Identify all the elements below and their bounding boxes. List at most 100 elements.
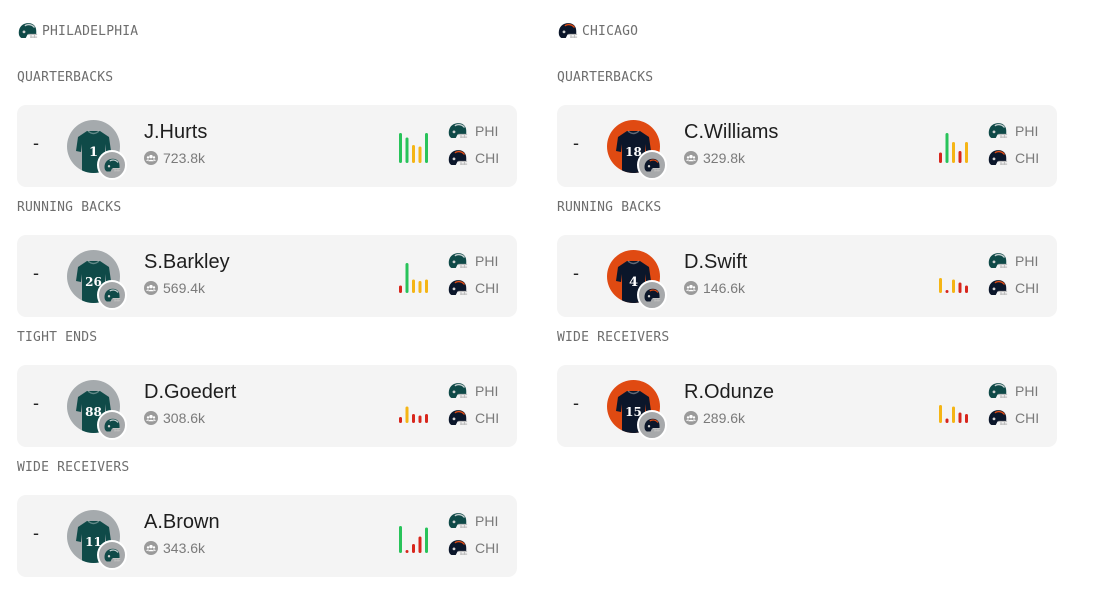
team-badge-helmet-icon (637, 410, 667, 440)
sparkline-chart (939, 405, 968, 423)
sparkline-bar (965, 142, 968, 163)
followers-icon (684, 281, 698, 295)
bears-helmet-icon (447, 409, 468, 427)
sparkline-bar (418, 415, 422, 423)
player-name[interactable]: R.Odunze (684, 381, 774, 404)
matchup-team-code: CHI (1015, 150, 1040, 166)
team-name: CHICAGO (582, 23, 639, 39)
rank-change: - (573, 133, 579, 153)
followers-count: 343.6k (163, 540, 206, 556)
matchup-team-code: CHI (1015, 280, 1040, 296)
player-name[interactable]: J.Hurts (144, 121, 207, 144)
bears-helmet-icon (987, 279, 1008, 297)
player-name[interactable]: D.Goedert (144, 381, 236, 404)
player-card[interactable]: -88 D.Goedert 308.6k PHI CHI (17, 365, 517, 447)
sparkline-bar (958, 412, 962, 423)
matchup-team-code: PHI (475, 513, 499, 529)
section-title: RUNNING BACKS (17, 200, 122, 215)
bears-helmet-icon (557, 22, 578, 40)
player-name[interactable]: S.Barkley (144, 251, 230, 274)
matchup-team-code: CHI (475, 280, 500, 296)
matchup-team-chi: CHI (447, 149, 499, 167)
section-title: TIGHT ENDS (17, 330, 98, 345)
player-name[interactable]: A.Brown (144, 511, 220, 534)
matchup-team-code: PHI (475, 383, 499, 399)
followers-count: 289.6k (703, 410, 746, 426)
player-card[interactable]: -15 R.Odunze 289.6k PHI CHI (557, 365, 1057, 447)
section-title: RUNNING BACKS (557, 200, 662, 215)
performance-sparkline (937, 131, 971, 165)
sparkline-bar (412, 414, 415, 423)
rank-change: - (573, 393, 579, 413)
player-card[interactable]: -11 A.Brown 343.6k PHI CHI (17, 495, 517, 577)
player-card[interactable]: -26 S.Barkley 569.4k PHI CHI (17, 235, 517, 317)
matchup-team-chi: CHI (447, 409, 499, 427)
bears-helmet-icon (447, 149, 468, 167)
sparkline-bar (958, 282, 962, 293)
player-followers: 343.6k (144, 540, 205, 556)
performance-sparkline (397, 131, 431, 165)
performance-sparkline (397, 391, 431, 425)
bears-helmet-icon (447, 279, 468, 297)
player-name[interactable]: D.Swift (684, 251, 747, 274)
sparkline-bar (939, 152, 942, 163)
sparkline-bar (399, 526, 402, 553)
player-card[interactable]: -18 C.Williams 329.8k PHI CHI (557, 105, 1057, 187)
player-card[interactable]: - 1 J.Hurts 723.8k PHI CHI (17, 105, 517, 187)
matchup-team-phi: PHI (447, 512, 498, 530)
rank-change: - (33, 393, 39, 413)
sparkline-bar (425, 527, 428, 553)
followers-icon (684, 411, 698, 425)
matchup-team-chi: CHI (987, 409, 1039, 427)
bears-helmet-icon (447, 539, 468, 557)
team-header: CHICAGO (557, 22, 638, 40)
sparkline-bar (965, 285, 968, 293)
matchup-team-chi: CHI (447, 539, 499, 557)
sparkline-bar (939, 278, 942, 293)
player-name[interactable]: C.Williams (684, 121, 778, 144)
matchup-team-code: PHI (1015, 123, 1039, 139)
team-badge-helmet-icon (97, 280, 127, 310)
bears-helmet-icon (987, 409, 1008, 427)
followers-icon (144, 411, 158, 425)
sparkline-bar (418, 281, 422, 293)
matchup-team-chi: CHI (987, 279, 1039, 297)
eagles-helmet-icon (987, 122, 1008, 140)
team-badge-helmet-icon (637, 150, 667, 180)
section-title: QUARTERBACKS (557, 70, 654, 85)
sparkline-chart (399, 263, 428, 293)
performance-sparkline (937, 261, 971, 295)
sparkline-bar (412, 279, 415, 293)
matchup-team-code: PHI (1015, 253, 1039, 269)
matchup-team-chi: CHI (447, 279, 499, 297)
player-followers: 723.8k (144, 150, 205, 166)
matchup-team-code: CHI (475, 540, 500, 556)
matchup-team-code: CHI (475, 150, 500, 166)
sparkline-bar (945, 418, 949, 423)
sparkline-bar (399, 417, 402, 423)
team-badge-helmet-icon (97, 410, 127, 440)
matchup-team-chi: CHI (987, 149, 1039, 167)
followers-icon (684, 151, 698, 165)
followers-count: 329.8k (703, 150, 746, 166)
sparkline-bar (952, 142, 955, 163)
matchup-team-phi: PHI (987, 252, 1038, 270)
eagles-helmet-icon (987, 382, 1008, 400)
sparkline-chart (939, 278, 968, 293)
sparkline-chart (399, 526, 428, 553)
sparkline-bar (405, 550, 409, 553)
sparkline-bar (418, 536, 422, 553)
sparkline-bar (399, 133, 402, 163)
eagles-helmet-icon (17, 22, 38, 40)
matchup-team-code: CHI (1015, 410, 1040, 426)
sparkline-chart (939, 133, 968, 163)
matchup-team-code: PHI (1015, 383, 1039, 399)
player-followers: 146.6k (684, 280, 745, 296)
sparkline-bar (952, 406, 955, 423)
sparkline-bar (412, 145, 415, 163)
section-title: WIDE RECEIVERS (557, 330, 670, 345)
section-title: WIDE RECEIVERS (17, 460, 130, 475)
matchup-team-code: PHI (475, 253, 499, 269)
followers-icon (144, 151, 158, 165)
player-card[interactable]: - 4 D.Swift 146.6k PHI CHI (557, 235, 1057, 317)
